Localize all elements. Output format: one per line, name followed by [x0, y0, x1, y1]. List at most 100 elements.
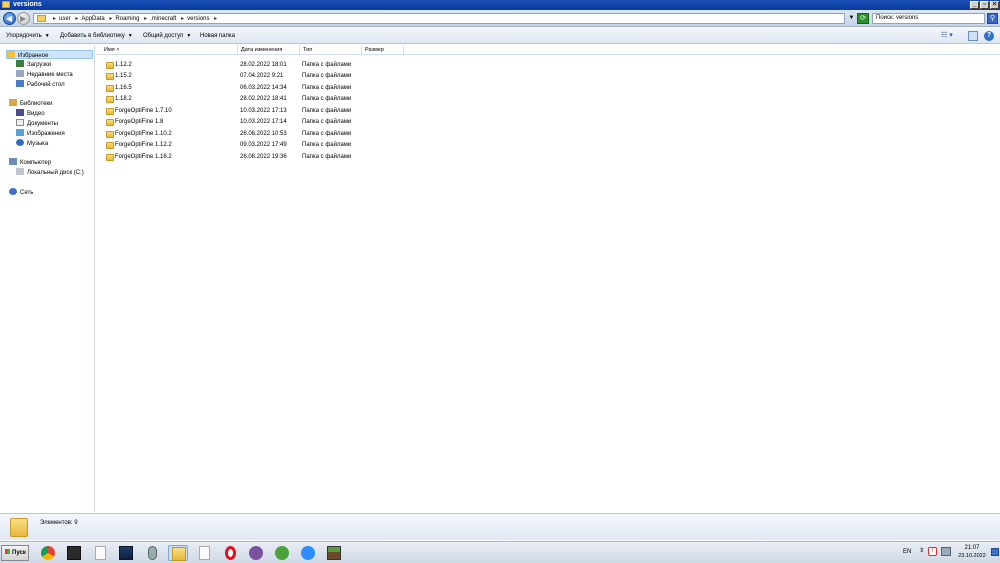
folder-icon	[10, 518, 28, 537]
clock-time[interactable]: 21:07	[952, 545, 992, 552]
breadcrumb-separator[interactable]: ▸	[75, 16, 78, 22]
file-date: 26.08.2022 19:36	[240, 154, 287, 160]
disk-icon	[16, 168, 24, 175]
breadcrumb-appdata[interactable]: AppData	[81, 16, 104, 22]
file-type: Папка с файлами	[302, 85, 352, 91]
table-row[interactable]: 1.15.2 07.04.2022 9:21 Папка с файлами	[96, 71, 1000, 82]
help-icon[interactable]: ?	[984, 31, 994, 41]
breadcrumb-roaming[interactable]: Roaming	[115, 16, 139, 22]
clock-date[interactable]: 23.10.2022	[952, 553, 992, 560]
table-row[interactable]: ForgeOptiFine 1.16.2 26.08.2022 19:36 Папк…	[96, 152, 1000, 163]
view-options-icon[interactable]: ☷ ▾	[941, 31, 955, 41]
new-folder-button[interactable]: Новая папка	[200, 32, 235, 40]
breadcrumb-user[interactable]: user	[59, 16, 71, 22]
nav-downloads[interactable]: Загрузки	[16, 60, 51, 69]
address-field[interactable]: ▸ user ▸ AppData ▸ Roaming ▸ .minecraft ▸ ver…	[33, 13, 845, 24]
add-to-library-button[interactable]: Добавить в библиотеку ▼	[60, 32, 133, 40]
file-name: ForgeOptiFine 1.12.2	[115, 142, 172, 148]
maximize-button[interactable]: ▫	[980, 1, 989, 9]
nav-libraries[interactable]: Библиотеки	[9, 99, 53, 108]
column-header-date[interactable]: Дата изменения	[238, 45, 300, 55]
table-row[interactable]: ForgeOptiFine 1.10.2 26.08.2022 10:53 Папк…	[96, 129, 1000, 140]
libraries-icon	[9, 99, 17, 106]
arrow-left-icon: ◀	[6, 14, 13, 23]
table-row[interactable]: ForgeOptiFine 1.7.10 10.03.2022 17:13 Папк…	[96, 106, 1000, 117]
column-header-size[interactable]: Размер	[362, 45, 404, 55]
taskbar-minecraft[interactable]	[324, 545, 344, 561]
taskbar-explorer[interactable]	[168, 545, 188, 561]
start-button[interactable]: Пуск	[1, 545, 29, 561]
breadcrumb-separator[interactable]: ▸	[181, 16, 184, 22]
breadcrumb-versions[interactable]: versions	[187, 16, 209, 22]
breadcrumb-separator[interactable]: ▸	[144, 16, 147, 22]
search-button[interactable]: ⚲	[987, 13, 998, 24]
table-row[interactable]: 1.12.2 28.02.2022 18:01 Папка с файлами	[96, 60, 1000, 71]
window-title: versions	[13, 1, 42, 8]
address-bar: ◀ ▶ ▸ user ▸ AppData ▸ Roaming ▸ .minecraft …	[0, 10, 1000, 27]
nav-recent[interactable]: Недавние места	[16, 70, 73, 79]
explorer-icon	[172, 547, 186, 561]
taskbar-opera[interactable]	[220, 545, 240, 561]
taskbar-chrome[interactable]	[38, 545, 58, 561]
table-row[interactable]: 1.16.5 06.03.2022 14:34 Папка с файлами	[96, 83, 1000, 94]
search-input[interactable]: Поиск: versions	[872, 13, 985, 24]
nav-music[interactable]: Музыка	[16, 139, 48, 148]
table-row[interactable]: 1.18.2 28.02.2022 18:41 Папка с файлами	[96, 94, 1000, 105]
minecraft-icon	[327, 546, 341, 560]
breadcrumb-separator[interactable]: ▸	[214, 16, 217, 22]
forward-button[interactable]: ▶	[17, 12, 30, 25]
preview-pane-icon[interactable]	[968, 31, 978, 41]
taskbar-blank-doc[interactable]	[90, 545, 110, 561]
title-bar: versions _ ▫ ✕	[0, 0, 1000, 10]
nav-desktop[interactable]: Рабочий стол	[16, 80, 65, 89]
table-row[interactable]: ForgeOptiFine 1.12.2 09.03.2022 17:49 Папк…	[96, 140, 1000, 151]
nav-documents[interactable]: Документы	[16, 119, 58, 128]
nav-documents-label: Документы	[27, 121, 58, 127]
taskbar-media[interactable]	[116, 545, 136, 561]
language-indicator[interactable]: EN	[903, 548, 911, 556]
document-icon	[95, 546, 106, 560]
folder-icon	[106, 142, 114, 149]
taskbar-zoom[interactable]	[298, 545, 318, 561]
nav-computer[interactable]: Компьютер	[9, 158, 51, 167]
file-type: Папка с файлами	[302, 96, 352, 102]
share-button[interactable]: Общий доступ ▼	[143, 32, 191, 40]
items-count: Элементов: 9	[40, 520, 78, 526]
show-desktop-button[interactable]	[991, 548, 999, 556]
taskbar-utorrent[interactable]	[272, 545, 292, 561]
back-button[interactable]: ◀	[3, 12, 16, 25]
file-type: Папка с файлами	[302, 131, 352, 137]
breadcrumb-separator[interactable]: ▸	[109, 16, 112, 22]
close-button[interactable]: ✕	[990, 1, 999, 9]
file-date: 07.04.2022 9:21	[240, 73, 284, 79]
breadcrumb-minecraft[interactable]: .minecraft	[150, 16, 176, 22]
column-header-name[interactable]: Имя ˄	[101, 45, 238, 55]
table-row[interactable]: ForgeOptiFine 1.8 10.03.2022 17:14 Папка с…	[96, 117, 1000, 128]
document-icon	[199, 546, 210, 560]
file-list: Имя ˄ Дата изменения Тип Размер 1.12.2 28…	[96, 45, 1000, 512]
antivirus-icon[interactable]: !	[928, 547, 937, 556]
minimize-button[interactable]: _	[970, 1, 979, 9]
nav-network[interactable]: Сеть	[9, 188, 33, 197]
refresh-button[interactable]: ⟳	[857, 13, 869, 24]
taskbar-viber[interactable]	[246, 545, 266, 561]
folder-icon	[2, 1, 10, 8]
nav-favorites[interactable]: Избранное	[6, 50, 93, 59]
taskbar-mouse[interactable]	[142, 545, 162, 561]
opera-icon	[225, 546, 236, 560]
file-name: ForgeOptiFine 1.8	[115, 119, 164, 125]
network-status-icon[interactable]	[941, 547, 951, 556]
organize-button[interactable]: Упорядочить ▼	[6, 32, 50, 40]
taskbar-app-dark[interactable]	[64, 545, 84, 561]
breadcrumb-separator[interactable]: ▸	[53, 16, 56, 22]
nav-images[interactable]: Изображения	[16, 129, 65, 138]
details-pane: Элементов: 9	[0, 513, 1000, 540]
tray-expand-icon[interactable]: ⇕	[919, 547, 924, 555]
nav-local-disk[interactable]: Локальный диск (C:)	[16, 168, 84, 177]
add-to-library-label: Добавить в библиотеку	[60, 33, 125, 39]
column-header-type[interactable]: Тип	[300, 45, 362, 55]
navigation-pane: Избранное Загрузки Недавние места Рабочи…	[0, 45, 95, 512]
chevron-down-icon[interactable]: ▼	[848, 13, 855, 24]
taskbar-blank-doc-2[interactable]	[194, 545, 214, 561]
nav-video[interactable]: Видео	[16, 109, 45, 118]
